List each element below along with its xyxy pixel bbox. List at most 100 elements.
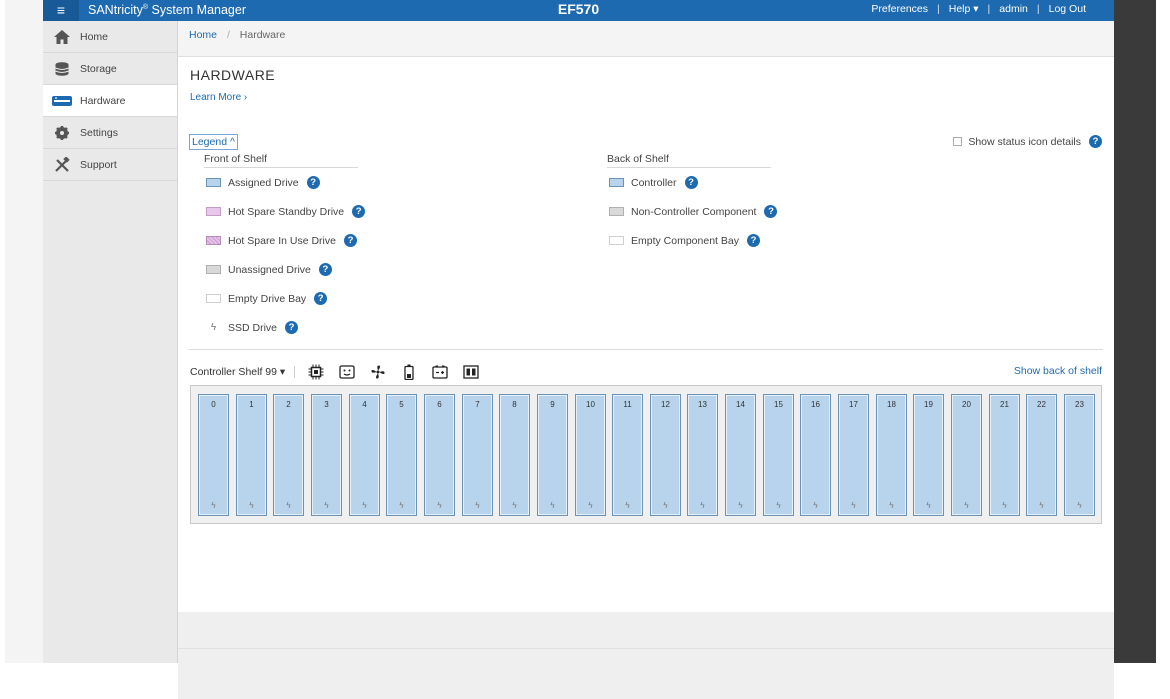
ssd-bolt-icon: ϟ (964, 501, 969, 510)
battery-icon[interactable] (400, 364, 418, 380)
show-status-checkbox[interactable] (953, 137, 963, 146)
temperature-icon[interactable] (431, 364, 449, 380)
drive-bay[interactable]: 5ϟ (386, 394, 417, 516)
power-supply-icon[interactable] (338, 364, 356, 380)
sidebar-item-label: Support (80, 158, 117, 171)
help-menu[interactable]: Help ▾ (949, 3, 979, 15)
show-back-of-shelf-link[interactable]: Show back of shelf (1014, 365, 1102, 377)
drive-bay[interactable]: 18 ϟ (876, 394, 907, 516)
page-title: HARDWARE (190, 67, 276, 83)
drive-bay[interactable]: 17 ϟ (838, 394, 869, 516)
sidebar-item-storage[interactable]: Storage (43, 53, 177, 85)
drive-bay-number: 5 (399, 400, 404, 409)
help-icon[interactable]: ? (314, 292, 328, 305)
separator: | (1036, 3, 1040, 15)
drive-bay[interactable]: 6ϟ (424, 394, 455, 516)
legend-item: ϟ SSD Drive ? (204, 313, 365, 342)
drive-bay-number: 0 (211, 400, 216, 409)
ssd-bolt-icon: ϟ (1077, 501, 1082, 510)
sidebar-item-home[interactable]: Home (43, 21, 177, 53)
ssd-bolt-icon: ϟ (211, 501, 216, 510)
help-icon[interactable]: ? (746, 234, 760, 247)
drive-bay-number: 1 (249, 400, 254, 409)
drive-bay-number: 16 (811, 400, 820, 409)
gear-icon (52, 125, 72, 141)
ssd-bolt-icon: ϟ (926, 501, 931, 510)
legend-back-heading: Back of Shelf (607, 153, 771, 168)
home-icon (52, 29, 72, 45)
breadcrumb: Home / Hardware (178, 21, 1114, 57)
learn-more-link[interactable]: Learn More › (190, 92, 247, 103)
chip-icon[interactable] (307, 364, 325, 380)
legend-divider (189, 349, 1103, 350)
preferences-link[interactable]: Preferences (871, 3, 928, 15)
help-icon[interactable]: ? (684, 176, 698, 189)
help-icon[interactable]: ? (306, 176, 320, 189)
legend-label: Assigned Drive (228, 176, 299, 189)
breadcrumb-current: Hardware (239, 29, 286, 41)
app-title-brand: SANtricity (88, 3, 143, 17)
breadcrumb-home[interactable]: Home (189, 29, 217, 41)
help-icon[interactable]: ? (1089, 135, 1102, 148)
legend-label: Controller (631, 176, 677, 189)
drive-bay[interactable]: 20 ϟ (951, 394, 982, 516)
ssd-bolt-icon: ϟ (249, 501, 254, 510)
drive-bay[interactable]: 7ϟ (462, 394, 493, 516)
drive-bay[interactable]: 13 ϟ (687, 394, 718, 516)
hot-spare-standby-swatch (206, 207, 221, 216)
shelf-selector[interactable]: Controller Shelf 99 ▾ (190, 366, 296, 378)
drive-bay[interactable]: 9ϟ (537, 394, 568, 516)
drive-bay[interactable]: 2ϟ (273, 394, 304, 516)
help-icon[interactable]: ? (285, 321, 299, 334)
legend-item: Assigned Drive ? (204, 168, 365, 197)
ssd-bolt-icon: ϟ (738, 501, 743, 510)
legend-toggle[interactable]: Legend ^ (189, 134, 238, 150)
help-icon[interactable]: ? (352, 205, 366, 218)
non-controller-swatch (609, 207, 624, 216)
drive-bay[interactable]: 3ϟ (311, 394, 342, 516)
drive-bay[interactable]: 1ϟ (236, 394, 267, 516)
drive-bay-number: 21 (1000, 400, 1009, 409)
drive-bay[interactable]: 15 ϟ (763, 394, 794, 516)
drive-bay-number: 19 (924, 400, 933, 409)
breadcrumb-separator: / (226, 29, 230, 41)
legend-item: Hot Spare In Use Drive ? (204, 226, 365, 255)
sidebar-item-support[interactable]: Support (43, 149, 177, 181)
drive-bay[interactable]: 11 ϟ (612, 394, 643, 516)
ssd-bolt-icon: ϟ (286, 501, 291, 510)
sidebar-item-settings[interactable]: Settings (43, 117, 177, 149)
sidebar: Home Storage Hardware Settings Support (43, 21, 178, 663)
sidebar-item-hardware[interactable]: Hardware (43, 85, 177, 117)
drive-bay[interactable]: 14 ϟ (725, 394, 756, 516)
drive-bay[interactable]: 4ϟ (349, 394, 380, 516)
drive-bay[interactable]: 0ϟ (198, 394, 229, 516)
drive-bay-number: 2 (286, 400, 291, 409)
user-menu[interactable]: admin (999, 3, 1028, 15)
controller-icon[interactable] (462, 364, 480, 380)
logout-link[interactable]: Log Out (1049, 3, 1086, 15)
drive-bay[interactable]: 12 ϟ (650, 394, 681, 516)
help-icon[interactable]: ? (318, 263, 332, 276)
top-links: Preferences | Help ▾ | admin | Log Out (871, 3, 1086, 15)
drive-bay-number: 4 (362, 400, 367, 409)
ssd-bolt-icon: ϟ (1039, 501, 1044, 510)
drive-bay[interactable]: 23 ϟ (1064, 394, 1095, 516)
drive-bay[interactable]: 16 ϟ (800, 394, 831, 516)
help-icon[interactable]: ? (764, 205, 778, 218)
ssd-bolt-icon: ϟ (625, 501, 630, 510)
drive-bay[interactable]: 10 ϟ (575, 394, 606, 516)
drive-bay[interactable]: 8ϟ (499, 394, 530, 516)
ssd-bolt-icon: ϟ (851, 501, 856, 510)
drive-bay[interactable]: 19 ϟ (913, 394, 944, 516)
hamburger-icon[interactable]: ≡ (43, 0, 79, 21)
show-status-option[interactable]: Show status icon details ? (953, 135, 1102, 148)
drive-bay-number: 11 (623, 400, 632, 409)
drive-bay[interactable]: 21 ϟ (989, 394, 1020, 516)
drive-bay-number: 13 (698, 400, 707, 409)
fan-icon[interactable] (369, 364, 387, 380)
show-status-label: Show status icon details (968, 135, 1081, 148)
help-icon[interactable]: ? (343, 234, 357, 247)
ssd-bolt-icon: ϟ (588, 501, 593, 510)
empty-component-bay-swatch (609, 236, 624, 245)
drive-bay[interactable]: 22 ϟ (1026, 394, 1057, 516)
